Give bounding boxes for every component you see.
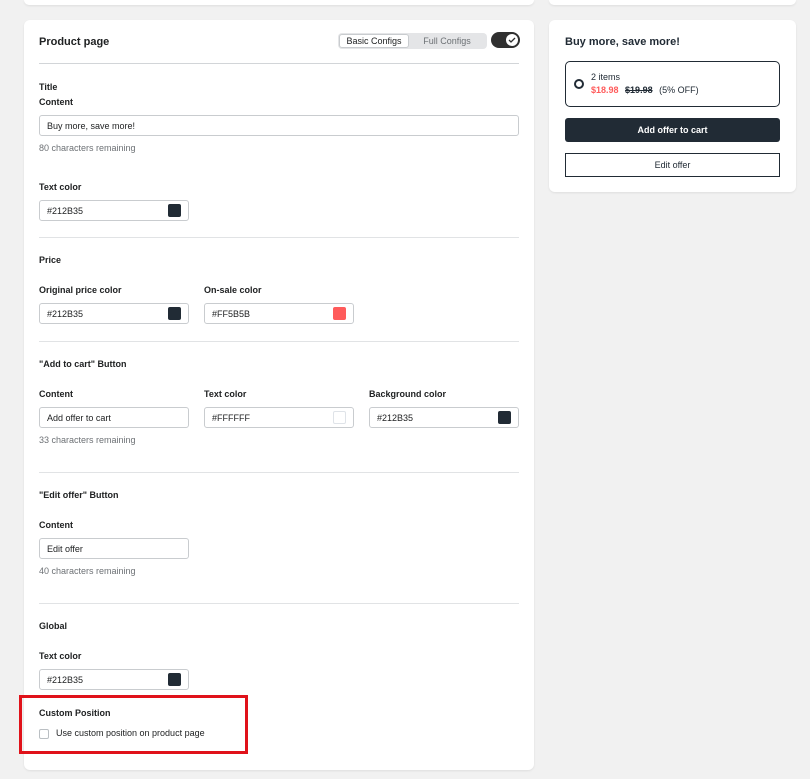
toggle-check-icon (506, 34, 518, 46)
previous-card-edge (24, 0, 534, 5)
previous-preview-card-edge (549, 0, 796, 5)
add-to-cart-text-color-value: #FFFFFF (212, 412, 250, 423)
global-text-color-swatch[interactable] (168, 673, 181, 686)
title-content-label: Content (39, 97, 73, 107)
add-to-cart-bg-color-input[interactable]: #212B35 (369, 407, 519, 428)
original-price-color-label: Original price color (39, 285, 122, 295)
offer-option[interactable]: 2 items $18.98 $19.98 (5% OFF) (565, 61, 780, 107)
enable-toggle[interactable] (491, 32, 520, 48)
onsale-color-input[interactable]: #FF5B5B (204, 303, 354, 324)
onsale-color-swatch[interactable] (333, 307, 346, 320)
title-text-color-label: Text color (39, 182, 82, 192)
offer-discount: (5% OFF) (659, 85, 699, 95)
original-price-color-input[interactable]: #212B35 (39, 303, 189, 324)
highlight-annotation-box (19, 695, 248, 754)
original-price-color-swatch[interactable] (168, 307, 181, 320)
offer-sale-price: $18.98 (591, 85, 619, 95)
price-section-heading: Price (39, 255, 62, 265)
header-divider (39, 63, 519, 64)
global-text-color-value: #212B35 (47, 674, 84, 685)
add-to-cart-section-heading: "Add to cart" Button (39, 359, 127, 369)
divider (39, 341, 519, 342)
add-to-cart-text-color-input[interactable]: #FFFFFF (204, 407, 354, 428)
onsale-color-label: On-sale color (204, 285, 262, 295)
edit-offer-content-value: Edit offer (47, 543, 83, 554)
edit-offer-content-help: 40 characters remaining (39, 566, 136, 576)
add-to-cart-content-help: 33 characters remaining (39, 435, 136, 445)
add-to-cart-content-value: Add offer to cart (47, 412, 111, 423)
edit-offer-content-label: Content (39, 520, 73, 530)
offer-price-row: $18.98 $19.98 (5% OFF) (591, 85, 699, 95)
add-offer-to-cart-button[interactable]: Add offer to cart (565, 118, 780, 142)
edit-offer-section-heading: "Edit offer" Button (39, 490, 119, 500)
divider (39, 472, 519, 473)
add-to-cart-bg-color-label: Background color (369, 389, 447, 399)
onsale-color-value: #FF5B5B (212, 308, 251, 319)
tab-full-configs[interactable]: Full Configs (409, 34, 485, 48)
config-mode-segmented-control: Basic Configs Full Configs (338, 33, 487, 49)
add-to-cart-text-color-label: Text color (204, 389, 247, 399)
offer-original-price: $19.98 (625, 85, 653, 95)
global-text-color-label: Text color (39, 651, 82, 661)
tab-basic-configs[interactable]: Basic Configs (339, 34, 409, 48)
divider (39, 237, 519, 238)
preview-title: Buy more, save more! (565, 36, 680, 48)
edit-offer-button[interactable]: Edit offer (565, 153, 780, 177)
title-text-color-input[interactable]: #212B35 (39, 200, 189, 221)
original-price-color-value: #212B35 (47, 308, 84, 319)
title-text-color-value: #212B35 (47, 205, 84, 216)
title-section-heading: Title (39, 82, 58, 92)
title-text-color-swatch[interactable] (168, 204, 181, 217)
title-content-input[interactable]: Buy more, save more! (39, 115, 519, 136)
add-to-cart-bg-color-value: #212B35 (377, 412, 414, 423)
offer-items: 2 items (591, 72, 621, 82)
global-section-heading: Global (39, 621, 68, 631)
add-to-cart-content-input[interactable]: Add offer to cart (39, 407, 189, 428)
title-content-value: Buy more, save more! (47, 120, 136, 131)
add-to-cart-text-color-swatch[interactable] (333, 411, 346, 424)
divider (39, 603, 519, 604)
edit-offer-content-input[interactable]: Edit offer (39, 538, 189, 559)
card-title: Product page (39, 36, 110, 48)
offer-radio[interactable] (574, 79, 584, 89)
title-content-help: 80 characters remaining (39, 143, 136, 153)
add-to-cart-content-label: Content (39, 389, 73, 399)
global-text-color-input[interactable]: #212B35 (39, 669, 189, 690)
add-to-cart-bg-color-swatch[interactable] (498, 411, 511, 424)
